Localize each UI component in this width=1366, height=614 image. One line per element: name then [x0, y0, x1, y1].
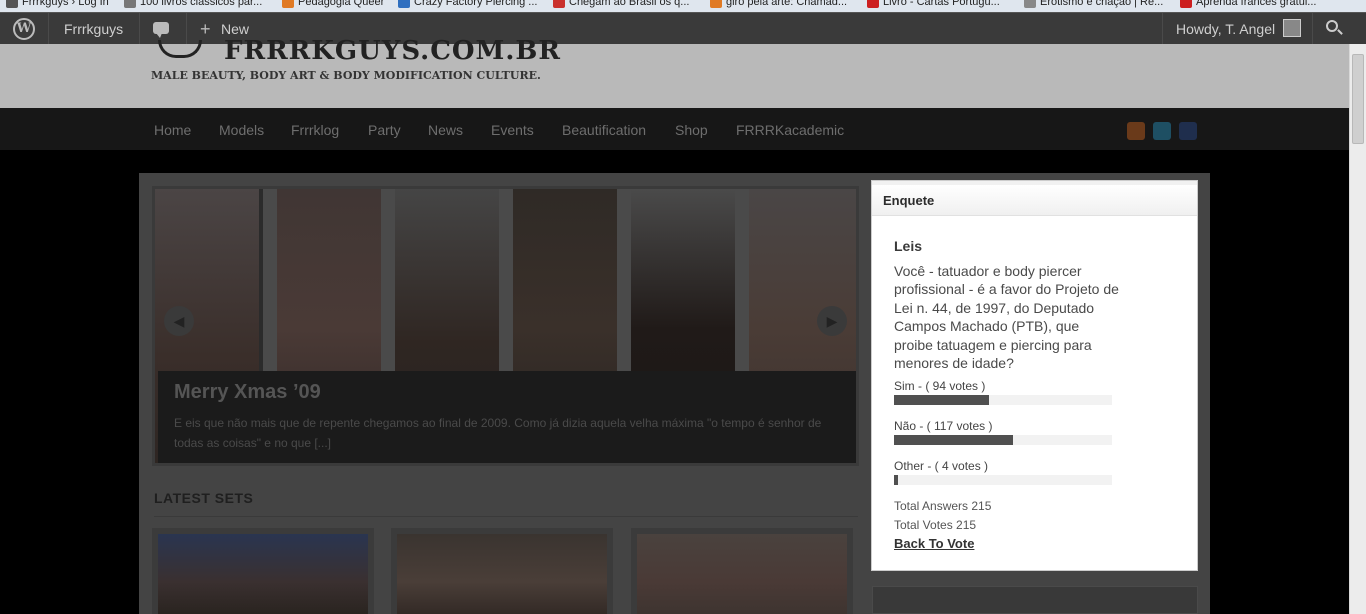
slide-caption: Merry Xmas ’09 E eis que não mais que de…	[158, 371, 856, 463]
back-to-vote-link[interactable]: Back To Vote	[894, 536, 974, 551]
nav-item-news[interactable]: News	[428, 108, 463, 150]
bookmark-favicon-icon	[1024, 0, 1036, 8]
nav-item-shop[interactable]: Shop	[675, 108, 708, 150]
avatar[interactable]	[1283, 19, 1301, 37]
poll-total-answers: Total Answers 215	[894, 499, 992, 513]
main-nav: Home Models Frrrklog Party News Events B…	[0, 108, 1349, 150]
bookmarks-bar: Frrrkguys › Log In 100 livros clássicos …	[0, 0, 1366, 12]
bookmark-item[interactable]: 100 livros clássicos par...	[124, 0, 262, 9]
set-thumbnail-image	[397, 534, 607, 614]
twitter-icon[interactable]	[1153, 122, 1171, 140]
admin-bar-divider	[139, 13, 140, 45]
bookmark-item[interactable]: Pedagogia Queer	[282, 0, 384, 9]
slide-excerpt: E eis que não mais que de repente chegam…	[174, 416, 822, 450]
set-thumbnail-image	[158, 534, 368, 614]
poll-answer-label: Other - ( 4 votes )	[894, 459, 989, 473]
poll-answer-label: Não - ( 117 votes )	[894, 419, 993, 433]
admin-bar-divider	[48, 13, 49, 45]
bookmark-item[interactable]: Crazy Factory Piercing ...	[398, 0, 537, 9]
poll-answer: Other - ( 4 votes )	[894, 459, 1112, 485]
poll-answer-label: Sim - ( 94 votes )	[894, 379, 986, 393]
poll-title: Leis	[894, 238, 923, 254]
set-thumbnail[interactable]	[631, 528, 853, 614]
bookmark-item[interactable]: Chegam ao Brasil os q...	[553, 0, 689, 9]
poll-answer-bar-fill	[894, 435, 1013, 445]
bookmark-label: Pedagogia Queer	[298, 0, 385, 8]
bookmark-favicon-icon	[398, 0, 410, 8]
bookmark-favicon-icon	[282, 0, 294, 8]
latest-sets-heading: LATEST SETS	[154, 490, 254, 506]
admin-bar: W Frrrkguys + New Howdy, T. Angel	[0, 12, 1366, 45]
arrow-left-icon[interactable]: ◀	[164, 306, 194, 336]
poll-widget-title: Enquete	[883, 193, 935, 208]
rss-icon[interactable]	[1127, 122, 1145, 140]
bookmark-label: giro pela arte: Chamad...	[726, 0, 848, 8]
slide-title[interactable]: Merry Xmas ’09	[174, 381, 321, 404]
scrollbar-thumb[interactable]	[1352, 54, 1364, 144]
bookmark-label: Crazy Factory Piercing ...	[414, 0, 538, 8]
featured-slider[interactable]: ◀ ▶ Merry Xmas ’09 E eis que não mais qu…	[152, 186, 859, 466]
site-header: FRRRKGUYS.COM.BR MALE BEAUTY, BODY ART &…	[0, 36, 1349, 108]
bookmark-label: Aprenda francês gratui...	[1196, 0, 1317, 8]
poll-answer-bar	[894, 435, 1112, 445]
nav-item-frrrklog[interactable]: Frrrklog	[291, 108, 339, 150]
arrow-right-icon[interactable]: ▶	[817, 306, 847, 336]
admin-bar-site-name[interactable]: Frrrkguys	[64, 13, 123, 45]
sidebar-widget	[872, 586, 1198, 614]
bookmark-favicon-icon	[710, 0, 722, 8]
set-thumbnail-image	[637, 534, 847, 614]
bookmark-label: Frrrkguys › Log In	[22, 0, 109, 8]
bookmark-item[interactable]: Erotismo e criação | Re...	[1024, 0, 1163, 9]
latest-sets-divider	[154, 516, 858, 517]
site-logo[interactable]: FRRRKGUYS.COM.BR	[224, 36, 561, 66]
poll-total-votes: Total Votes 215	[894, 518, 977, 532]
nav-item-models[interactable]: Models	[219, 108, 264, 150]
poll-answer-bar	[894, 475, 1112, 485]
admin-bar-greeting[interactable]: Howdy, T. Angel	[1176, 13, 1275, 45]
bookmark-label: Livro - Cartas Portugu...	[883, 0, 1000, 8]
poll-widget-header: Enquete	[872, 181, 1197, 216]
admin-bar-divider	[1312, 13, 1313, 45]
poll-widget: Enquete Leis Você - tatuador e body pier…	[872, 181, 1197, 570]
site-tagline: MALE BEAUTY, BODY ART & BODY MODIFICATIO…	[151, 69, 541, 82]
comment-bubble-icon[interactable]	[153, 22, 169, 38]
bookmark-item[interactable]: Aprenda francês gratui...	[1180, 0, 1316, 9]
logo-mark-icon	[158, 40, 202, 58]
poll-answer-bar-fill	[894, 395, 990, 405]
nav-item-home[interactable]: Home	[154, 108, 191, 150]
nav-item-events[interactable]: Events	[491, 108, 534, 150]
search-icon[interactable]	[1326, 20, 1338, 32]
nav-item-beautification[interactable]: Beautification	[562, 108, 646, 150]
bookmark-label: Chegam ao Brasil os q...	[569, 0, 690, 8]
poll-answer: Sim - ( 94 votes )	[894, 379, 1112, 405]
set-thumbnail[interactable]	[152, 528, 374, 614]
poll-answer-bar	[894, 395, 1112, 405]
bookmark-label: Erotismo e criação | Re...	[1040, 0, 1164, 8]
bookmark-favicon-icon	[553, 0, 565, 8]
wordpress-icon[interactable]: W	[13, 18, 35, 40]
poll-question: Você - tatuador e body piercer profissio…	[894, 263, 1119, 372]
bookmark-item[interactable]: Frrrkguys › Log In	[6, 0, 109, 9]
facebook-icon[interactable]	[1179, 122, 1197, 140]
set-thumbnail[interactable]	[391, 528, 613, 614]
bookmark-favicon-icon	[6, 0, 18, 8]
bookmark-favicon-icon	[867, 0, 879, 8]
bookmark-label: 100 livros clássicos par...	[140, 0, 263, 8]
poll-answer-bar-fill	[894, 475, 899, 485]
admin-bar-divider	[1162, 13, 1163, 45]
bookmark-favicon-icon	[124, 0, 136, 8]
bookmark-favicon-icon	[1180, 0, 1192, 8]
page-scrollbar[interactable]	[1349, 44, 1366, 614]
nav-item-party[interactable]: Party	[368, 108, 401, 150]
poll-answer: Não - ( 117 votes )	[894, 419, 1112, 445]
nav-item-frrrkacademic[interactable]: FRRRKacademic	[736, 108, 844, 150]
bookmark-item[interactable]: giro pela arte: Chamad...	[710, 0, 847, 9]
bookmark-item[interactable]: Livro - Cartas Portugu...	[867, 0, 1000, 9]
